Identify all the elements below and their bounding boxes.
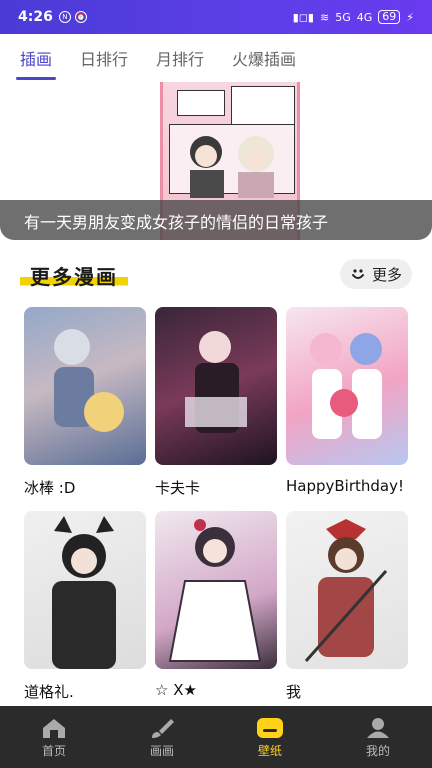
nav-profile[interactable]: 我的 — [324, 706, 432, 768]
more-label: 更多 — [371, 265, 402, 284]
alarm-icon: ⏰ — [74, 11, 87, 23]
smile-icon — [351, 269, 364, 279]
comic-card[interactable]: 卡夫卡 — [155, 307, 277, 498]
home-icon — [40, 716, 68, 740]
vibrate-icon: ▮◻▮ — [292, 10, 314, 24]
section-title: 更多漫画 — [20, 261, 128, 290]
status-time: 4:26 — [18, 9, 53, 25]
comic-title: 卡夫卡 — [155, 479, 201, 497]
nav-wallpaper-label: 壁纸 — [257, 743, 282, 758]
comic-thumbnail — [286, 307, 408, 465]
wallpaper-icon — [256, 716, 284, 740]
brush-icon — [148, 716, 176, 740]
comic-title: 我 — [286, 683, 302, 701]
tab-daily-rank[interactable]: 日排行 — [80, 38, 128, 78]
nav-draw[interactable]: 画画 — [108, 706, 216, 768]
comic-title: ☆ X★ — [155, 681, 197, 699]
banner-carousel[interactable]: 有一天男朋友变成女孩子的情侣的日常孩子 — [0, 82, 432, 240]
nav-wallpaper[interactable]: 壁纸 — [216, 706, 324, 768]
signal-5g-label: 5G — [335, 10, 351, 24]
comic-thumbnail — [24, 307, 146, 465]
comic-card[interactable]: HappyBirthday! — [286, 307, 408, 495]
nav-home[interactable]: 首页 — [0, 706, 108, 768]
comic-thumbnail — [155, 307, 277, 465]
wifi-icon: ≋ — [319, 10, 330, 24]
comic-card[interactable]: 道格礼. — [24, 511, 146, 702]
comic-title: 冰棒 :D — [24, 479, 76, 497]
bottom-nav: 首页 画画 壁纸 我的 — [0, 706, 432, 768]
user-icon — [364, 716, 392, 740]
notification-icon: N — [58, 11, 71, 23]
battery-icon: 69 — [378, 10, 401, 24]
charging-icon: ⚡ — [406, 10, 414, 24]
comic-card[interactable]: ☆ X★ — [155, 511, 277, 699]
comic-title: 道格礼. — [24, 683, 74, 701]
nav-profile-label: 我的 — [365, 743, 390, 758]
status-bar: 4:26 N ⏰ ▮◻▮ ≋ 5G 4G 69 ⚡ — [0, 0, 432, 34]
banner-characters-art — [190, 136, 274, 198]
comic-title: HappyBirthday! — [286, 477, 405, 495]
comic-thumbnail — [286, 511, 408, 669]
tab-hot-illustration[interactable]: 火爆插画 — [232, 38, 296, 78]
section-header: 更多漫画 更多 — [0, 255, 432, 295]
nav-home-label: 首页 — [41, 743, 66, 758]
tab-illustration[interactable]: 插画 — [15, 38, 57, 80]
comic-card[interactable]: 冰棒 :D — [24, 307, 146, 498]
more-button[interactable]: 更多 — [339, 259, 412, 289]
top-tabs: 插画 日排行 月排行 火爆插画 — [0, 34, 432, 82]
signal-4g-label: 4G — [356, 10, 373, 24]
comic-thumbnail — [155, 511, 277, 669]
comic-thumbnail — [24, 511, 146, 669]
banner-caption: 有一天男朋友变成女孩子的情侣的日常孩子 — [0, 200, 432, 240]
comic-card[interactable]: 我 — [286, 511, 408, 702]
nav-draw-label: 画画 — [149, 743, 174, 758]
tab-monthly-rank[interactable]: 月排行 — [156, 38, 204, 78]
